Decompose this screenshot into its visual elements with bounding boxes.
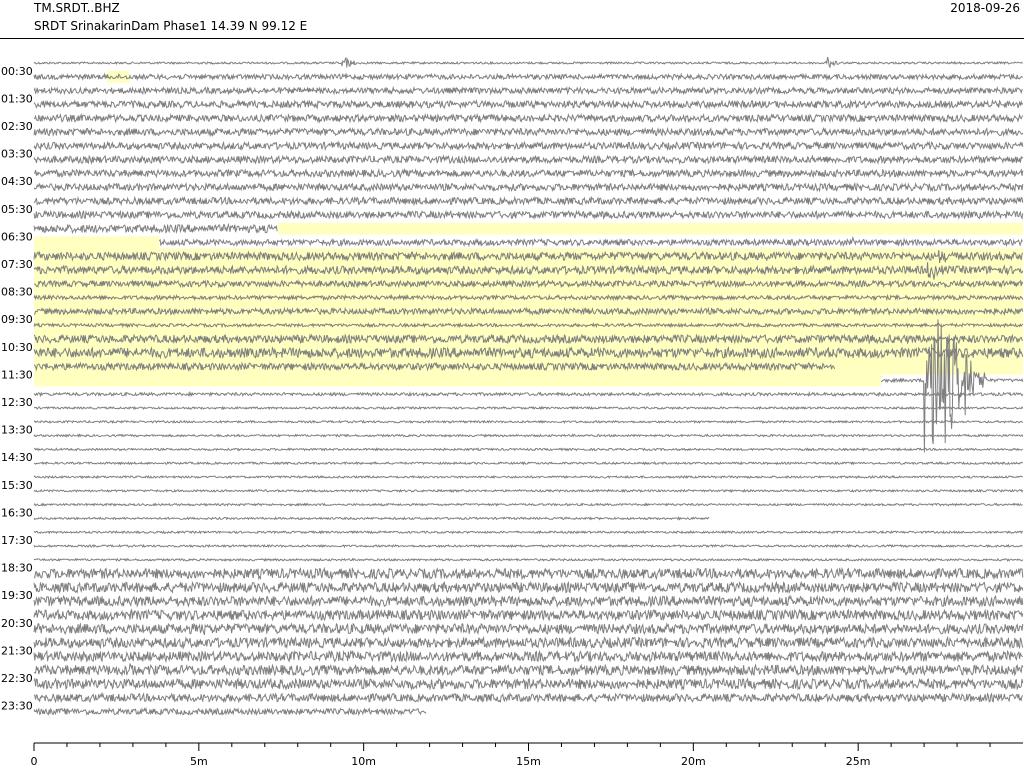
trace-row: [33, 419, 1023, 425]
row-time-label: 02:30: [1, 120, 33, 133]
x-tick-label: 5m: [190, 755, 208, 768]
row-time-label: 18:30: [1, 562, 33, 575]
trace-row: [33, 433, 1024, 438]
trace-row: [33, 209, 1024, 221]
trace-row: [33, 154, 1024, 165]
row-time-label: 06:30: [1, 230, 33, 243]
row-time-label: 17:30: [1, 534, 33, 547]
row-time-label: 19:30: [1, 589, 33, 602]
row-time-label: 11:30: [1, 368, 33, 381]
trace-row: [33, 692, 1024, 704]
row-time-label: 01:30: [1, 92, 33, 105]
trace-row: [158, 235, 1023, 248]
x-tick-label: 0: [31, 755, 38, 768]
trace-row: [33, 663, 1024, 677]
trace-row: [33, 635, 1024, 650]
row-time-label: 12:30: [1, 396, 33, 409]
trace-row: [33, 405, 1024, 411]
row-time-label: 22:30: [1, 672, 33, 685]
trace-row: [33, 706, 427, 717]
trace-row: [33, 557, 1024, 562]
trace-row: [33, 167, 1024, 179]
trace-row: [33, 195, 1024, 207]
row-time-label: 09:30: [1, 313, 33, 326]
row-time-label: 20:30: [1, 617, 33, 630]
trace-row: [33, 594, 1024, 609]
trace-row: [33, 622, 1024, 636]
trace-row: [33, 474, 1023, 480]
row-time-label: 14:30: [1, 451, 33, 464]
trace-row: [33, 126, 1024, 138]
row-time-label: 05:30: [1, 203, 33, 216]
row-time-label: 03:30: [1, 148, 33, 161]
trace-row: [33, 99, 1024, 110]
trace-row: [33, 580, 1024, 595]
trace-row: [33, 181, 1024, 193]
trace-row: [33, 516, 710, 521]
trace-row: [33, 608, 1024, 622]
data-gap: [277, 222, 1023, 235]
trace-row: [33, 566, 1024, 581]
data-gap: [34, 374, 882, 387]
trace-row: [33, 677, 1024, 691]
trace-row: [33, 72, 1023, 82]
row-time-label: 13:30: [1, 424, 33, 437]
helicorder-plot: 00:30 01:30 02:30 03:30 04:30 05:30 06:30 07:30…: [1, 56, 1024, 768]
trace-row: [33, 488, 1024, 494]
trace-row: [33, 502, 1023, 507]
trace-row: [33, 222, 278, 235]
trace-row: [33, 529, 1024, 535]
x-tick-label: 20m: [681, 755, 706, 768]
row-time-label: 23:30: [1, 700, 33, 713]
trace-row: [33, 543, 1023, 549]
row-time-label: 00:30: [1, 65, 33, 78]
trace-row: [33, 649, 1024, 664]
row-time-label: 16:30: [1, 506, 33, 519]
x-tick-label: 10m: [351, 755, 376, 768]
row-time-label: 08:30: [1, 286, 33, 299]
trace-row: [33, 447, 1023, 452]
x-tick-label: 25m: [846, 755, 871, 768]
data-gap: [34, 236, 160, 249]
trace-row: [33, 140, 1024, 152]
row-time-label: 15:30: [1, 479, 33, 492]
row-time-label: 04:30: [1, 175, 33, 188]
trace-row: [33, 112, 1024, 124]
x-axis: 0 5m 10m 15m 20m 25m: [31, 742, 1023, 768]
row-time-label: 21:30: [1, 644, 33, 657]
row-time-label: 10:30: [1, 341, 33, 354]
x-tick-label: 15m: [516, 755, 541, 768]
row-label-layer: 00:30 01:30 02:30 03:30 04:30 05:30 06:30 07:30…: [1, 65, 33, 713]
row-time-label: 07:30: [1, 258, 33, 271]
trace-row: [33, 460, 1023, 466]
trace-row: [33, 390, 1024, 398]
trace-row: [33, 56, 1023, 69]
trace-row: [33, 85, 1023, 96]
